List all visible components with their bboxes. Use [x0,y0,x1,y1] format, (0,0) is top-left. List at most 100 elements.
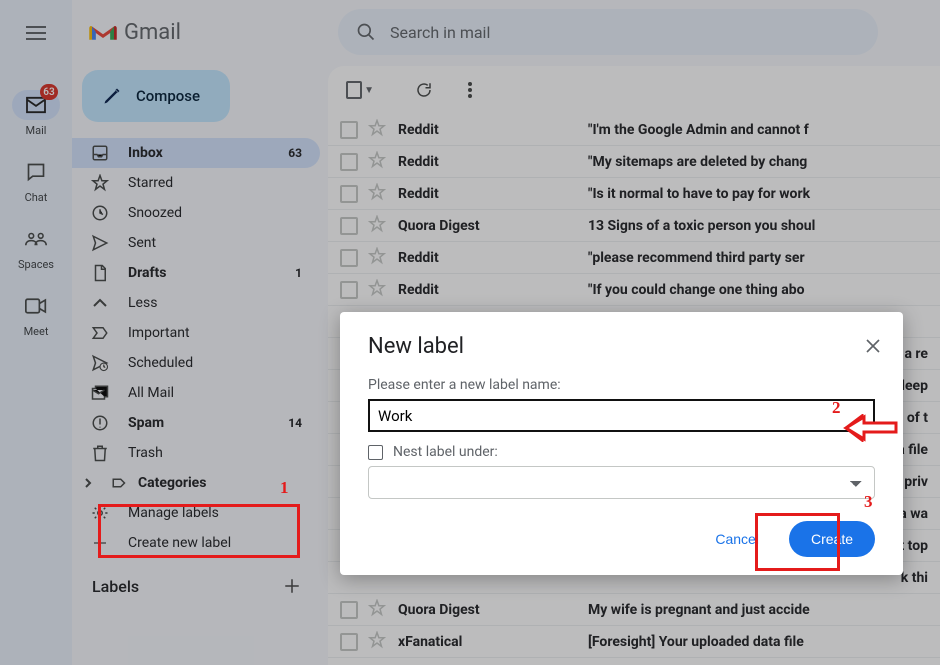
nav-item-categories[interactable]: Categories [72,468,320,498]
gmail-logo-icon [88,21,118,43]
nav-item-create-new-label[interactable]: Create new label [72,528,320,558]
nav-item-scheduled[interactable]: Scheduled [72,348,320,378]
email-subject: "If you could change one thing abo [588,282,928,298]
nav-item-spam[interactable]: Spam 14 [72,408,320,438]
more-button[interactable] [450,70,490,110]
email-row[interactable]: Quora Digest 13 Signs of a toxic person … [328,210,940,242]
spaces-icon [25,231,47,247]
email-checkbox[interactable] [340,121,358,139]
email-checkbox[interactable] [340,249,358,267]
hamburger-icon [26,26,46,40]
email-subject: "My sitemaps are deleted by chang [588,154,928,170]
scheduled-icon [90,354,110,372]
nav-label: Snoozed [128,205,302,221]
gear-icon [90,504,110,522]
plus-icon [90,535,110,551]
email-checkbox[interactable] [340,281,358,299]
cancel-button[interactable]: Cancel [693,521,781,557]
star-icon[interactable] [368,279,388,301]
nav-item-starred[interactable]: Starred [72,168,320,198]
clock-icon [90,204,110,222]
email-row[interactable]: xFanatical [Foresight] Your uploaded dat… [328,626,940,658]
rail-item-spaces[interactable]: Spaces [6,210,66,277]
star-icon[interactable] [368,119,388,141]
main-menu-button[interactable] [15,12,57,54]
chevron-down-icon: ▼ [364,85,374,96]
close-button[interactable] [865,338,881,358]
gmail-logo-text: Gmail [124,20,181,45]
trash-icon [90,444,110,462]
email-checkbox[interactable] [340,185,358,203]
nav-count: 1 [295,266,302,280]
rail-item-meet[interactable]: Meet [6,277,66,344]
meet-icon [25,298,47,314]
nav-count: 14 [288,416,302,430]
labels-section-header: Labels [72,568,320,604]
compose-button[interactable]: Compose [82,70,230,122]
email-checkbox[interactable] [340,217,358,235]
nav-item-trash[interactable]: Trash [72,438,320,468]
refresh-icon [415,81,433,99]
email-subject: "I'm the Google Admin and cannot f [588,122,928,138]
label-name-input[interactable] [368,399,875,432]
email-row[interactable]: Reddit "please recommend third party ser [328,242,940,274]
email-sender: Quora Digest [398,602,578,618]
nav-item-drafts[interactable]: Drafts 1 [72,258,320,288]
email-sender: xFanatical [398,634,578,650]
more-vertical-icon [468,82,472,98]
dialog-title: New label [368,334,875,359]
star-icon[interactable] [368,631,388,653]
nest-checkbox[interactable] [368,445,383,460]
important-icon [90,324,110,342]
star-icon[interactable] [368,151,388,173]
compose-label: Compose [136,87,200,105]
rail-item-chat[interactable]: Chat [6,143,66,210]
header: Gmail Search in mail [72,0,940,64]
rail-label-spaces: Spaces [18,258,54,271]
email-checkbox[interactable] [340,601,358,619]
star-icon[interactable] [368,599,388,621]
rail-item-mail[interactable]: 63 Mail [6,76,66,143]
email-row[interactable]: Reddit "I'm the Google Admin and cannot … [328,114,940,146]
email-checkbox[interactable] [340,633,358,651]
search-bar[interactable]: Search in mail [338,9,878,55]
nav-label: Inbox [128,145,270,161]
refresh-button[interactable] [404,70,444,110]
nav-item-all-mail[interactable]: All Mail [72,378,320,408]
new-label-dialog: New label Please enter a new label name:… [340,312,903,575]
app-rail: 63 Mail Chat Spaces Meet [0,0,72,665]
email-row[interactable]: Reddit "If you could change one thing ab… [328,274,940,306]
nav-item-sent[interactable]: Sent [72,228,320,258]
nav-label: Categories [138,475,302,491]
nav-item-manage-labels[interactable]: Manage labels [72,498,320,528]
nav-item-snoozed[interactable]: Snoozed [72,198,320,228]
nest-parent-select[interactable] [368,466,875,499]
nav-item-inbox[interactable]: Inbox 63 [72,138,320,168]
star-icon[interactable] [368,183,388,205]
email-sender: Reddit [398,154,578,170]
email-row[interactable]: Reddit "Is it normal to have to pay for … [328,178,940,210]
nav-item-less[interactable]: Less [72,288,320,318]
nav-label: Drafts [128,265,277,281]
categories-icon [110,474,130,492]
add-label-button[interactable] [278,572,306,600]
nav-label: Less [128,295,302,311]
nav-item-important[interactable]: Important [72,318,320,348]
email-subject: My wife is pregnant and just accide [588,602,928,618]
rail-label-meet: Meet [24,325,49,338]
star-icon[interactable] [368,215,388,237]
label-name-prompt: Please enter a new label name: [368,377,875,393]
plus-icon [283,577,301,595]
star-icon[interactable] [368,247,388,269]
gmail-logo[interactable]: Gmail [88,20,338,45]
create-button[interactable]: Create [789,521,875,557]
email-row[interactable]: Reddit "My sitemaps are deleted by chang [328,146,940,178]
email-row[interactable]: Quora Digest My wife is pregnant and jus… [328,594,940,626]
email-checkbox[interactable] [340,153,358,171]
email-subject: 13 Signs of a toxic person you shoul [588,218,928,234]
chevron-up-icon [90,298,110,308]
email-sender: Reddit [398,282,578,298]
select-all-checkbox[interactable]: ▼ [340,70,380,110]
nav-label: Create new label [128,535,302,551]
send-icon [90,234,110,252]
